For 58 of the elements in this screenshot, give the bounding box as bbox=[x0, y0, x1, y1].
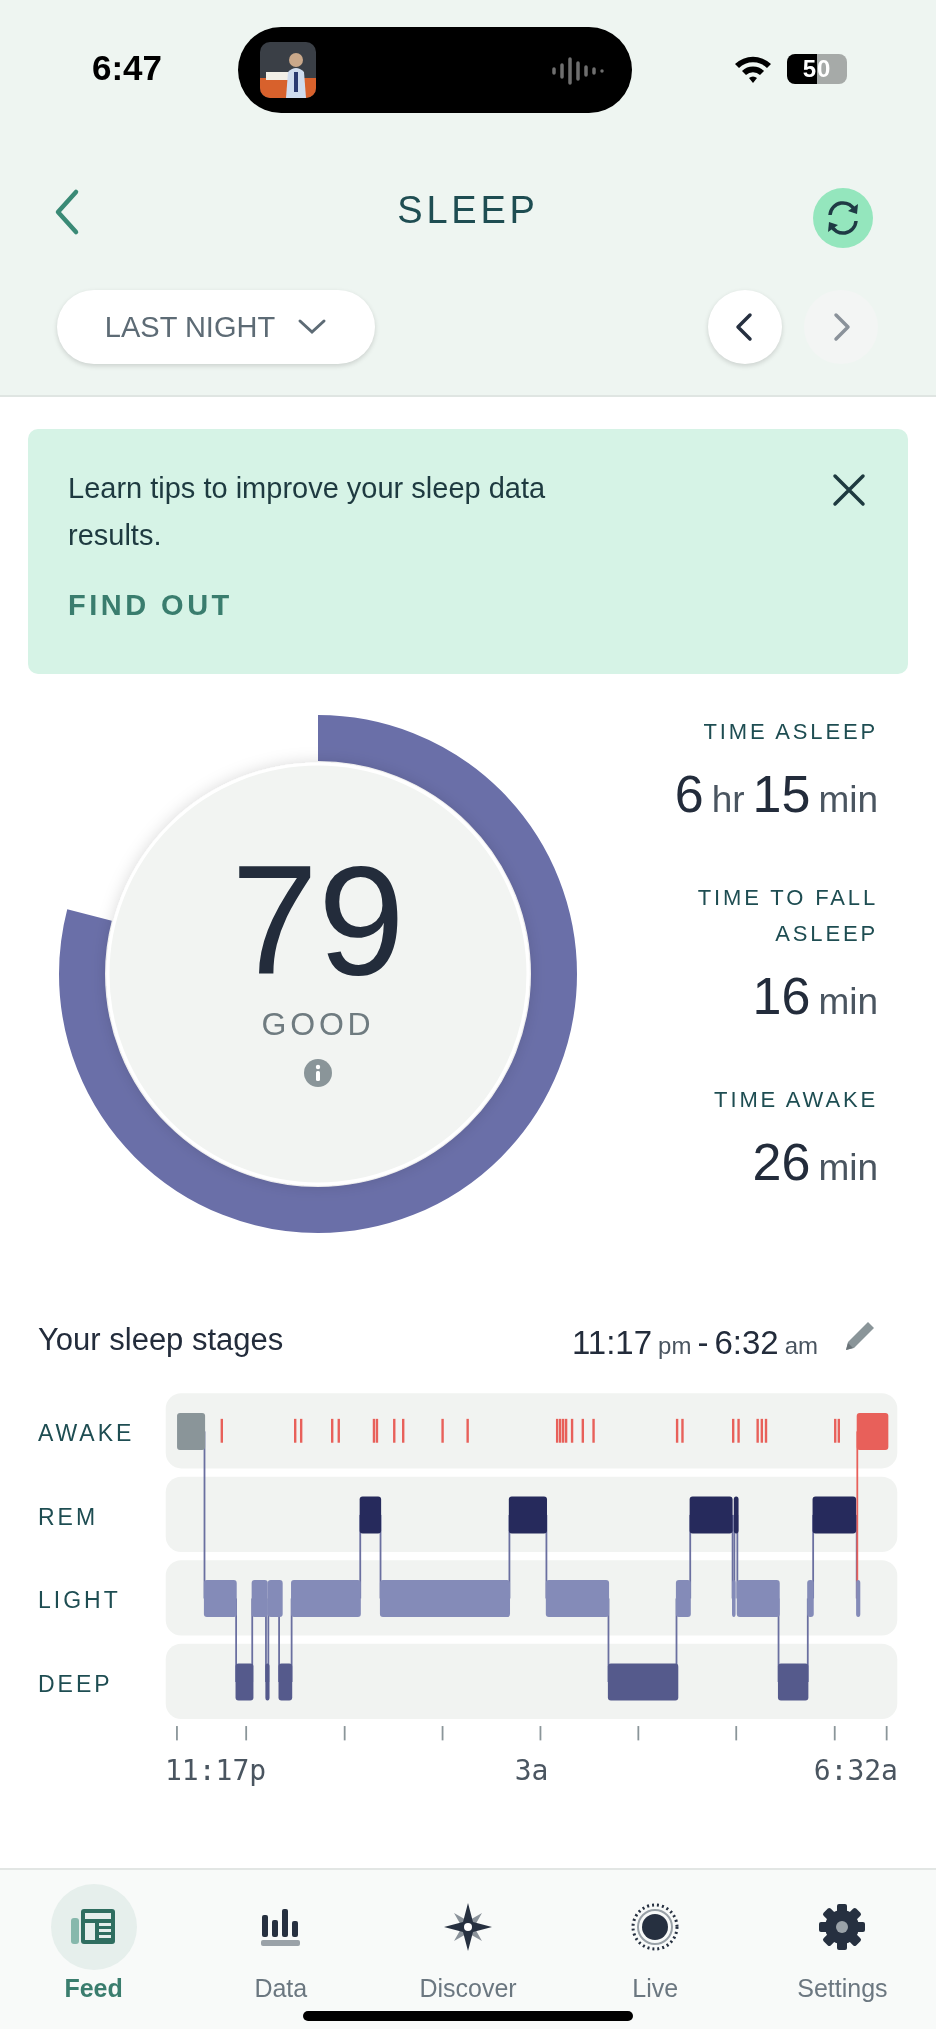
period-dropdown[interactable]: LAST NIGHT bbox=[57, 290, 375, 364]
chevron-right-icon bbox=[834, 313, 850, 341]
sleep-score: 79 bbox=[231, 841, 405, 998]
tab-item[interactable]: Feed bbox=[0, 1870, 188, 2029]
value-number: 26 bbox=[752, 1132, 811, 1192]
live-dot-icon bbox=[631, 1903, 680, 1951]
axis-tick bbox=[343, 1726, 346, 1741]
info-icon[interactable] bbox=[304, 1058, 332, 1087]
axis-tick bbox=[833, 1726, 836, 1741]
stat-label: TIME ASLEEP bbox=[703, 718, 878, 746]
banner-text: Learn tips to improve your sleep data results. bbox=[68, 471, 547, 553]
value-unit: min bbox=[818, 1147, 878, 1189]
value-unit: am bbox=[784, 1332, 818, 1360]
sync-button[interactable] bbox=[813, 188, 873, 248]
axis-label: 11:17p bbox=[165, 1754, 268, 1788]
page-title: SLEEP bbox=[397, 188, 539, 232]
close-icon bbox=[832, 473, 866, 507]
caret-icon bbox=[297, 318, 328, 336]
value-number: 16 bbox=[752, 966, 811, 1026]
value-number: 15 bbox=[752, 764, 811, 824]
value-number: 11:17 bbox=[571, 1324, 653, 1362]
tab-item[interactable]: Settings bbox=[748, 1870, 936, 2029]
status-time: 6:47 bbox=[92, 48, 163, 88]
tab-item[interactable]: Live bbox=[561, 1870, 749, 2029]
wifi-icon bbox=[733, 54, 773, 84]
section-title: Your sleep stages bbox=[38, 1322, 284, 1358]
stage-label: REM bbox=[38, 1503, 99, 1531]
stage-label: DEEP bbox=[38, 1671, 113, 1699]
previous-button[interactable] bbox=[708, 290, 782, 364]
axis-tick bbox=[637, 1726, 640, 1741]
stat-label: TIME AWAKE bbox=[714, 1086, 878, 1114]
value-unit: pm bbox=[658, 1332, 692, 1360]
axis-tick bbox=[735, 1726, 738, 1741]
value-number: 6:32 bbox=[714, 1324, 779, 1362]
tab-item[interactable]: Data bbox=[187, 1870, 375, 2029]
stage-label: AWAKE bbox=[38, 1420, 135, 1448]
value-number: - bbox=[697, 1324, 709, 1362]
axis-tick bbox=[441, 1726, 444, 1741]
audio-wave-icon bbox=[552, 57, 604, 85]
compass-star-icon bbox=[444, 1903, 492, 1951]
axis-tick bbox=[176, 1726, 178, 1741]
value-unit: hr bbox=[711, 779, 745, 821]
find-out-link[interactable]: FIND OUT bbox=[68, 589, 233, 622]
value-number: 6 bbox=[674, 764, 704, 824]
axis-label: 6:32a bbox=[812, 1754, 898, 1788]
settings-icon bbox=[818, 1903, 867, 1951]
stage-label: LIGHT bbox=[38, 1587, 121, 1615]
value-unit: min bbox=[818, 779, 878, 821]
axis-tick bbox=[245, 1726, 248, 1741]
bar-chart-icon bbox=[260, 1907, 301, 1947]
value-unit: min bbox=[818, 981, 878, 1023]
stat-label: TIME TO FALL ASLEEP bbox=[696, 884, 878, 948]
axis-label: 3a bbox=[513, 1754, 550, 1788]
score-rating: GOOD bbox=[261, 1005, 375, 1043]
chevron-left-icon bbox=[736, 313, 752, 341]
axis-tick bbox=[539, 1726, 542, 1741]
newspaper-icon bbox=[70, 1908, 117, 1946]
axis-tick bbox=[885, 1726, 888, 1741]
